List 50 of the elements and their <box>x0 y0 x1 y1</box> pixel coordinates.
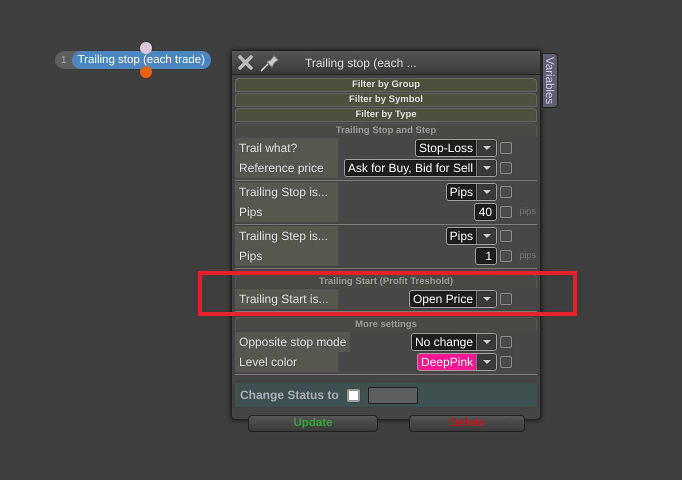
section-header: Trailing Stop and Step <box>235 123 537 137</box>
input-pin[interactable] <box>140 42 152 54</box>
number-field[interactable]: 1 <box>475 247 497 265</box>
close-icon[interactable] <box>238 55 253 70</box>
checkbox[interactable] <box>500 186 512 198</box>
dropdown[interactable]: Stop-Loss <box>414 139 497 157</box>
caret-icon <box>482 166 490 170</box>
field-label: Opposite stop mode <box>235 332 350 352</box>
checkbox[interactable] <box>500 336 512 348</box>
checkbox[interactable] <box>500 250 512 262</box>
checkbox[interactable] <box>500 356 512 368</box>
caret-icon <box>482 234 490 238</box>
field-label: Trailing Step is... <box>235 226 338 246</box>
filter-header[interactable]: Filter by Type <box>235 108 537 122</box>
checkbox[interactable] <box>500 142 512 154</box>
field-label: Trailing Stop is... <box>235 182 338 202</box>
dropdown[interactable]: No change <box>410 333 497 351</box>
field-label: Pips <box>235 202 338 222</box>
checkbox[interactable] <box>346 388 360 402</box>
caret-icon <box>482 340 490 344</box>
pin-icon[interactable] <box>259 54 281 72</box>
section-header: Trailing Start (Profit Treshold) <box>235 274 537 288</box>
caret-icon <box>482 190 490 194</box>
field-label: Pips <box>235 246 338 266</box>
caret-icon <box>482 297 490 301</box>
checkbox[interactable] <box>500 293 512 305</box>
dropdown[interactable]: Pips <box>446 227 497 245</box>
dropdown[interactable]: Ask for Buy, Bid for Sell <box>344 159 497 177</box>
checkbox[interactable] <box>500 206 512 218</box>
number-field[interactable]: 40 <box>474 203 497 221</box>
field-label: Trailing Start is... <box>235 289 338 309</box>
checkbox[interactable] <box>500 230 512 242</box>
caret-icon <box>482 360 490 364</box>
node-index: 1 <box>60 54 68 68</box>
status-label: Change Status to <box>240 387 339 404</box>
field-label: Reference price <box>235 158 338 178</box>
checkbox[interactable] <box>500 162 512 174</box>
caret-icon <box>482 146 490 150</box>
dropdown[interactable]: Open Price <box>408 290 497 308</box>
dropdown[interactable]: DeepPink <box>416 353 497 371</box>
output-pin[interactable] <box>140 66 152 78</box>
dropdown[interactable]: Pips <box>446 183 497 201</box>
filter-header[interactable]: Filter by Symbol <box>235 93 537 107</box>
section-header: More settings <box>235 317 537 331</box>
window-title: Trailing stop (each ... <box>305 54 417 72</box>
field-label: Level color <box>235 352 338 372</box>
variables-tab[interactable]: Variables <box>542 53 558 108</box>
filter-header[interactable]: Filter by Group <box>235 78 537 92</box>
field-label: Trail what? <box>235 138 338 158</box>
status-field[interactable] <box>368 386 418 404</box>
